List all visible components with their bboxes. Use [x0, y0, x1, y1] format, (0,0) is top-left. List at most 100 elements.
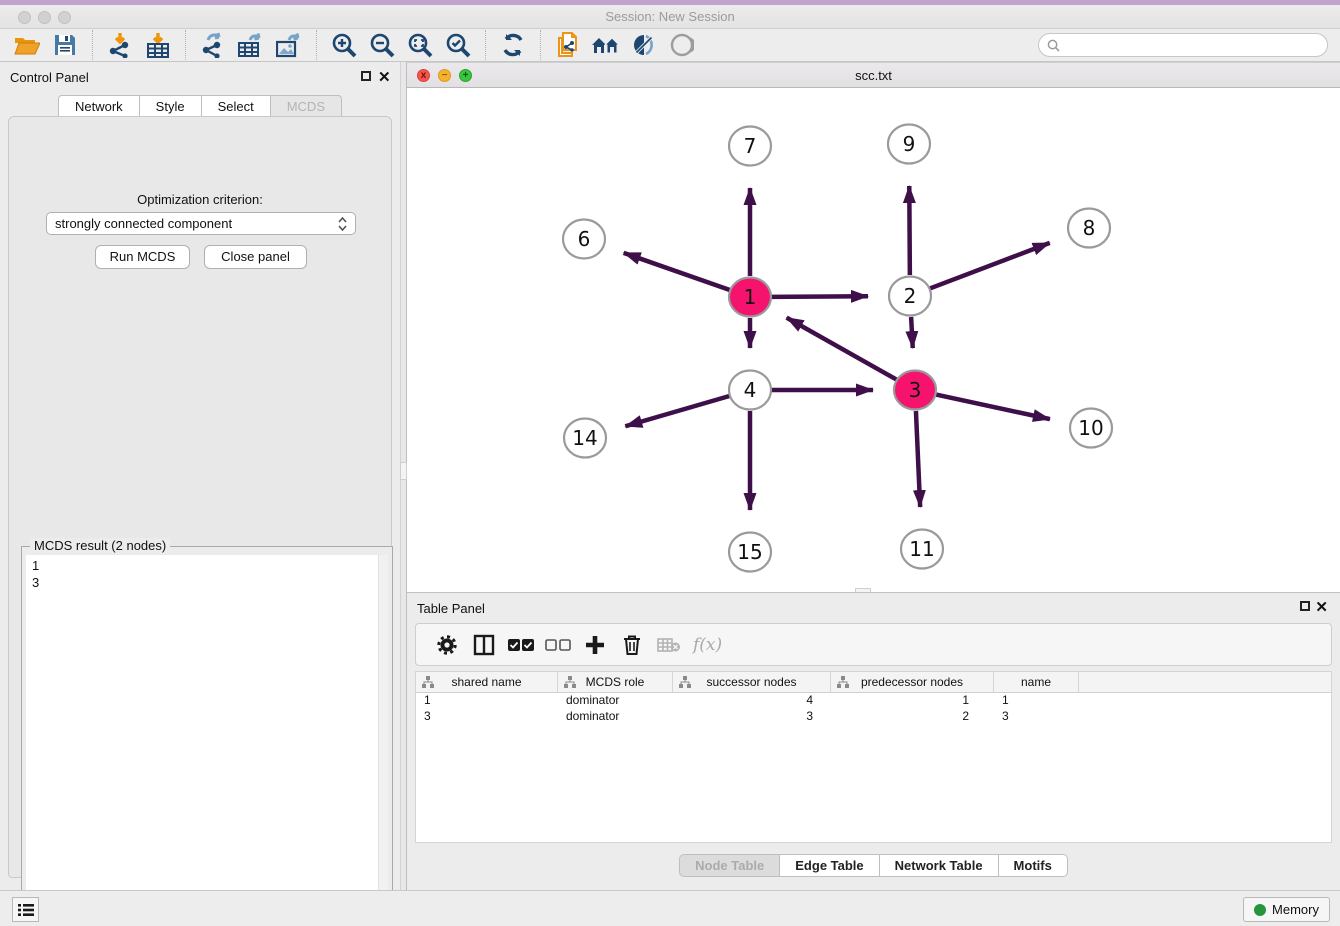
tab-network-table[interactable]: Network Table: [880, 854, 999, 877]
mcds-result-scrollbar[interactable]: [378, 555, 388, 918]
graph-edge[interactable]: [771, 296, 868, 297]
graph-node-label: 15: [737, 540, 762, 564]
attribute-icon: [679, 676, 691, 688]
application-window: Session: New Session: [0, 0, 1340, 926]
refresh-icon[interactable]: [494, 30, 532, 60]
table-row[interactable]: 1dominator411: [416, 693, 1331, 709]
export-network-icon[interactable]: [194, 30, 232, 60]
graph-node-label: 8: [1083, 216, 1096, 240]
criterion-dropdown[interactable]: strongly connected component: [46, 212, 356, 235]
zoom-in-icon[interactable]: [325, 30, 363, 60]
graph-node-label: 11: [909, 537, 934, 561]
graph-edge[interactable]: [787, 318, 897, 380]
table-float-icon[interactable]: [1300, 601, 1310, 611]
select-all-icon[interactable]: [502, 628, 539, 662]
preview-icon[interactable]: [663, 30, 701, 60]
zoom-out-icon[interactable]: [363, 30, 401, 60]
deselect-all-icon[interactable]: [539, 628, 576, 662]
network-graph-canvas[interactable]: 1234678910111415: [407, 88, 1340, 592]
graph-node-label: 7: [744, 134, 757, 158]
export-table-icon[interactable]: [232, 30, 270, 60]
search-input[interactable]: [1065, 38, 1319, 52]
table-cell: 1: [994, 693, 1079, 709]
table-panel-title: Table Panel: [417, 601, 485, 616]
import-table-icon[interactable]: [139, 30, 177, 60]
show-column-icon[interactable]: [465, 628, 502, 662]
save-icon[interactable]: [46, 30, 84, 60]
memory-label: Memory: [1272, 902, 1319, 917]
zoom-fit-icon[interactable]: [401, 30, 439, 60]
network-window-titlebar[interactable]: x − + scc.txt: [407, 62, 1340, 88]
tab-mcds[interactable]: MCDS: [271, 95, 342, 117]
memory-button[interactable]: Memory: [1243, 897, 1330, 922]
graph-node-label: 1: [744, 285, 757, 309]
graph-node-label: 2: [904, 284, 917, 308]
column-header-predecessor-nodes[interactable]: predecessor nodes: [831, 672, 994, 692]
clone-network-icon[interactable]: [549, 30, 587, 60]
float-panel-icon[interactable]: [361, 71, 371, 81]
export-image-icon[interactable]: [270, 30, 308, 60]
divider-grip[interactable]: [400, 462, 407, 480]
console-button[interactable]: [12, 897, 39, 922]
graph-node-label: 4: [744, 378, 757, 402]
search-field[interactable]: [1038, 33, 1328, 57]
graph-node-label: 9: [903, 132, 916, 156]
split-divider-vertical[interactable]: [400, 62, 407, 890]
column-header-shared-name[interactable]: shared name: [416, 672, 558, 692]
table-cell: 3: [994, 709, 1079, 725]
graph-edge[interactable]: [916, 411, 920, 507]
column-header-successor-nodes[interactable]: successor nodes: [673, 672, 831, 692]
graph-edge[interactable]: [936, 394, 1050, 419]
zoom-selected-icon[interactable]: [439, 30, 477, 60]
table-close-icon[interactable]: ✕: [1315, 598, 1328, 616]
add-column-icon[interactable]: [576, 628, 613, 662]
control-panel-title: Control Panel: [10, 70, 89, 85]
tab-edge-table[interactable]: Edge Table: [780, 854, 879, 877]
tab-motifs[interactable]: Motifs: [999, 854, 1068, 877]
function-builder-icon[interactable]: f(x): [693, 635, 722, 655]
mcds-result-text[interactable]: 1 3: [26, 555, 378, 918]
close-panel-icon[interactable]: ✕: [378, 68, 391, 86]
table-body: 1dominator4113dominator323: [416, 693, 1331, 725]
close-panel-button[interactable]: Close panel: [204, 245, 307, 269]
graph-edge[interactable]: [624, 253, 731, 290]
task-list-icon: [18, 903, 34, 917]
tab-select[interactable]: Select: [202, 95, 271, 117]
tab-style[interactable]: Style: [140, 95, 202, 117]
column-header-mcds-role[interactable]: MCDS role: [558, 672, 673, 692]
table-panel-tabs: Node Table Edge Table Network Table Moti…: [407, 854, 1340, 877]
column-header-name[interactable]: name: [994, 672, 1079, 692]
network-browser-icon[interactable]: [587, 30, 625, 60]
main-toolbar: [0, 29, 1340, 62]
settings-gear-icon[interactable]: [428, 628, 465, 662]
graph-node-label: 10: [1078, 416, 1103, 440]
graph-edge[interactable]: [909, 186, 910, 275]
control-panel: Control Panel ✕ Network Style Select MCD…: [0, 62, 400, 890]
dropdown-stepper-icon: [338, 217, 347, 231]
network-view-window: x − + scc.txt 1234678910111415: [407, 62, 1340, 592]
graph-edge[interactable]: [911, 317, 913, 348]
attribute-icon: [422, 676, 434, 688]
tab-network[interactable]: Network: [58, 95, 140, 117]
search-icon: [1047, 39, 1060, 52]
criterion-value: strongly connected component: [55, 216, 338, 231]
optimization-criterion-label: Optimization criterion:: [9, 192, 391, 207]
table-header-row: shared name MCDS role successor nodes pr…: [416, 672, 1331, 693]
hide-panel-icon[interactable]: [625, 30, 663, 60]
delete-column-icon[interactable]: [613, 628, 650, 662]
table-panel: Table Panel ✕ f(x): [407, 592, 1340, 890]
graph-edge[interactable]: [625, 396, 730, 426]
graph-edge[interactable]: [930, 243, 1050, 289]
memory-status-icon: [1254, 904, 1266, 916]
open-folder-icon[interactable]: [8, 30, 46, 60]
table-cell: 4: [673, 693, 831, 709]
import-network-icon[interactable]: [101, 30, 139, 60]
mcds-result-title: MCDS result (2 nodes): [30, 538, 170, 553]
run-mcds-button[interactable]: Run MCDS: [95, 245, 190, 269]
node-table: shared name MCDS role successor nodes pr…: [415, 671, 1332, 843]
delete-table-icon[interactable]: [650, 628, 687, 662]
tab-node-table[interactable]: Node Table: [679, 854, 780, 877]
network-window-title: scc.txt: [407, 68, 1340, 83]
table-row[interactable]: 3dominator323: [416, 709, 1331, 725]
table-cell: 2: [831, 709, 994, 725]
